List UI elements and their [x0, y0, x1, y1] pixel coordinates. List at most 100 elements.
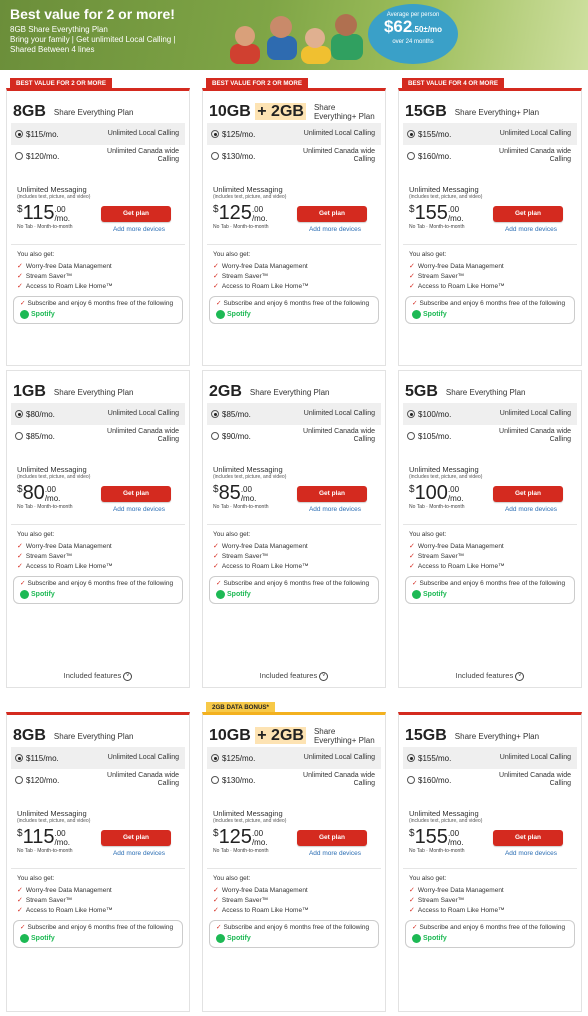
radio-selected-icon[interactable] [407, 410, 415, 418]
add-more-devices-link[interactable]: Add more devices [309, 226, 361, 233]
price-option-local[interactable]: $80/mo. Unlimited Local Calling [11, 403, 185, 425]
get-plan-button[interactable]: Get plan [493, 486, 563, 502]
chevron-down-icon[interactable]: ˅ [515, 672, 525, 681]
price-option-canada[interactable]: $160/mo. Unlimited Canada wide Calling [403, 145, 577, 167]
get-plan-button[interactable]: Get plan [297, 486, 367, 502]
per-month: /mo. [447, 838, 464, 847]
get-plan-button[interactable]: Get plan [297, 206, 367, 222]
plan-terms: No Tab · Month-to-month [409, 848, 465, 854]
price-option-local[interactable]: $115/mo. Unlimited Local Calling [11, 747, 185, 769]
add-more-devices-link[interactable]: Add more devices [113, 226, 165, 233]
also-get-title: You also get: [409, 875, 447, 882]
price-option-local[interactable]: $125/mo. Unlimited Local Calling [207, 747, 381, 769]
feature-item: ✓ Stream Saver™ [213, 553, 269, 560]
plan-price: 155 [414, 826, 448, 848]
get-plan-button[interactable]: Get plan [101, 206, 171, 222]
included-features-toggle[interactable]: Included features ˅ [203, 671, 385, 681]
included-features-toggle[interactable]: Included features ˅ [399, 671, 581, 681]
get-plan-button[interactable]: Get plan [101, 486, 171, 502]
spotify-label: Spotify [227, 934, 251, 942]
radio-icon[interactable] [407, 152, 415, 160]
radio-selected-icon[interactable] [211, 410, 219, 418]
radio-icon[interactable] [211, 776, 219, 784]
spotify-icon [216, 934, 225, 943]
messaging-title: Unlimited Messaging [409, 185, 479, 194]
banner-line: 8GB Share Everything Plan [10, 25, 108, 35]
messaging-title: Unlimited Messaging [17, 809, 87, 818]
option-price: $125/mo. [222, 753, 256, 763]
price-option-local[interactable]: $125/mo. Unlimited Local Calling [207, 123, 381, 145]
included-features-toggle[interactable]: Included features ˅ [7, 671, 189, 681]
radio-icon[interactable] [15, 432, 23, 440]
plan-card: 10GB + 2GB Share Everything+ Plan $125/mo.… [202, 88, 386, 366]
radio-selected-icon[interactable] [15, 410, 23, 418]
check-icon: ✓ [17, 907, 23, 914]
promo-text: Subscribe and enjoy 6 months free of the… [223, 924, 370, 931]
radio-icon[interactable] [211, 432, 219, 440]
radio-selected-icon[interactable] [211, 130, 219, 138]
plan-terms: No Tab · Month-to-month [409, 504, 465, 510]
get-plan-button[interactable]: Get plan [493, 830, 563, 846]
price-option-local[interactable]: $115/mo. Unlimited Local Calling [11, 123, 185, 145]
radio-selected-icon[interactable] [407, 130, 415, 138]
add-more-devices-link[interactable]: Add more devices [113, 506, 165, 513]
price-option-canada[interactable]: $130/mo. Unlimited Canada wide Calling [207, 769, 381, 791]
get-plan-button[interactable]: Get plan [493, 206, 563, 222]
check-icon: ✓ [216, 580, 222, 587]
plan-data-size: 8GB [13, 103, 46, 120]
price-option-canada[interactable]: $90/mo. Unlimited Canada wide Calling [207, 425, 381, 447]
messaging-sub: (includes text, picture, and video) [409, 194, 483, 200]
spotify-icon [412, 590, 421, 599]
plan-price: 100 [414, 482, 448, 504]
plan-name: Share Everything+ Plan [454, 731, 540, 741]
plan-card: 1GB Share Everything Plan $80/mo. Unlimited… [6, 370, 190, 688]
price-option-canada[interactable]: $105/mo. Unlimited Canada wide Calling [403, 425, 577, 447]
option-desc: Unlimited Canada wide Calling [499, 148, 571, 163]
price-option-local[interactable]: $85/mo. Unlimited Local Calling [207, 403, 381, 425]
radio-icon[interactable] [15, 776, 23, 784]
also-get-title: You also get: [213, 875, 251, 882]
price-option-local[interactable]: $155/mo. Unlimited Local Calling [403, 747, 577, 769]
radio-icon[interactable] [211, 152, 219, 160]
plan-name: Share Everything Plan [53, 107, 134, 117]
plan-name: Share Everything+ Plan [313, 727, 375, 745]
chevron-down-icon[interactable]: ˅ [319, 672, 329, 681]
spotify-label: Spotify [227, 590, 251, 598]
price-option-canada[interactable]: $130/mo. Unlimited Canada wide Calling [207, 145, 381, 167]
price-option-canada[interactable]: $85/mo. Unlimited Canada wide Calling [11, 425, 185, 447]
radio-selected-icon[interactable] [211, 754, 219, 762]
price-option-local[interactable]: $100/mo. Unlimited Local Calling [403, 403, 577, 425]
spotify-promo: ✓ Subscribe and enjoy 6 months free of th… [13, 920, 183, 948]
price-option-canada[interactable]: $120/mo. Unlimited Canada wide Calling [11, 769, 185, 791]
price-option-canada[interactable]: $160/mo. Unlimited Canada wide Calling [403, 769, 577, 791]
also-get-title: You also get: [17, 251, 55, 258]
radio-selected-icon[interactable] [15, 754, 23, 762]
check-icon: ✓ [216, 924, 222, 931]
radio-icon[interactable] [15, 152, 23, 160]
price-option-canada[interactable]: $120/mo. Unlimited Canada wide Calling [11, 145, 185, 167]
radio-icon[interactable] [407, 432, 415, 440]
promo-banner: Best value for 2 or more! 8GB Share Ever… [0, 0, 588, 70]
add-more-devices-link[interactable]: Add more devices [309, 506, 361, 513]
plan-cents: .00 [54, 829, 66, 838]
chevron-down-icon[interactable]: ˅ [123, 672, 133, 681]
average-price-badge: Average per person $62.50±/mo over 24 mo… [368, 4, 458, 64]
price-option-local[interactable]: $155/mo. Unlimited Local Calling [403, 123, 577, 145]
option-desc: Unlimited Local Calling [107, 130, 179, 137]
radio-selected-icon[interactable] [15, 130, 23, 138]
spotify-promo: ✓ Subscribe and enjoy 6 months free of th… [13, 576, 183, 604]
feature-item: ✓ Worry-free Data Management [409, 263, 504, 270]
radio-icon[interactable] [407, 776, 415, 784]
get-plan-button[interactable]: Get plan [101, 830, 171, 846]
radio-selected-icon[interactable] [407, 754, 415, 762]
plan-data-size: 10GB [209, 103, 251, 120]
spotify-label: Spotify [31, 934, 55, 942]
add-more-devices-link[interactable]: Add more devices [505, 506, 557, 513]
add-more-devices-link[interactable]: Add more devices [309, 850, 361, 857]
option-price: $125/mo. [222, 129, 256, 139]
get-plan-button[interactable]: Get plan [297, 830, 367, 846]
add-more-devices-link[interactable]: Add more devices [113, 850, 165, 857]
check-icon: ✓ [409, 897, 415, 904]
add-more-devices-link[interactable]: Add more devices [505, 226, 557, 233]
add-more-devices-link[interactable]: Add more devices [505, 850, 557, 857]
